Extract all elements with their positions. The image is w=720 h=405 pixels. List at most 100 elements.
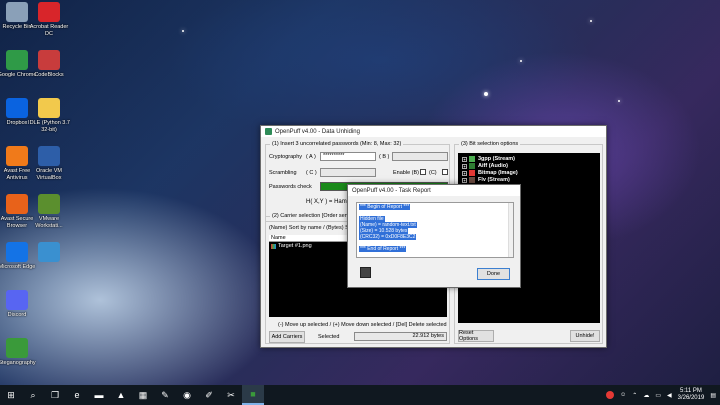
- bit-option-label: Bitmap (Image): [478, 170, 518, 176]
- bit-option-label: Aiff (Audio): [478, 163, 508, 169]
- report-text-area[interactable]: *** Begin of Report *** Hidden file (Name)…: [356, 202, 514, 258]
- chrome-icon[interactable]: ◉: [176, 385, 198, 405]
- star-sparkle: [484, 92, 488, 96]
- desktop-icon[interactable]: CodeBlocks: [28, 50, 70, 79]
- clock-date: 3/26/2019: [677, 395, 705, 401]
- report-title: OpenPuff v4.00 - Task Report: [352, 187, 431, 194]
- selected-label: Selected: [318, 334, 340, 340]
- password-a-input[interactable]: **********: [320, 152, 376, 161]
- bit-option-row[interactable]: + Flv (Stream): [462, 177, 510, 183]
- notifications-icon[interactable]: ▤: [710, 392, 716, 399]
- onedrive-icon[interactable]: ☁: [643, 392, 649, 399]
- report-floppy-icon: [360, 267, 371, 278]
- move-hint-label: (-) Move up selected / (+) Move down sel…: [278, 322, 447, 328]
- report-line-text: *** End of Report ***: [359, 246, 407, 252]
- acrobat-icon: [38, 2, 60, 22]
- desktop-icon[interactable]: IDLE (Python 3.7 32-bit): [28, 98, 70, 133]
- enable-b-label: Enable (B): [393, 170, 419, 176]
- passwords-check-label: Passwords check: [269, 184, 312, 190]
- expand-icon[interactable]: +: [462, 163, 467, 169]
- star-sparkle: [520, 60, 522, 62]
- bit-option-label: Flv (Stream): [478, 177, 510, 183]
- window-titlebar[interactable]: OpenPuff v4.00 - Data Unhiding: [261, 126, 606, 137]
- windows-logo-icon[interactable]: ⊞: [0, 385, 22, 405]
- avast-browser-icon: [6, 194, 28, 214]
- edge-icon[interactable]: e: [66, 385, 88, 405]
- chrome-icon: [6, 50, 28, 70]
- network-icon[interactable]: ▭: [655, 392, 661, 399]
- openpuff-icon[interactable]: ■: [242, 385, 264, 405]
- reset-options-button[interactable]: Reset Options: [458, 330, 494, 342]
- unhide-button[interactable]: Unhide!: [570, 330, 600, 342]
- star-sparkle: [590, 20, 592, 22]
- report-line-text: (CRC32) = 0xD0F8E3C2: [359, 234, 417, 240]
- bit-option-row[interactable]: + Bitmap (Image): [462, 170, 518, 176]
- expand-icon[interactable]: +: [462, 156, 467, 162]
- desktop-icon-label: IDLE (Python 3.7 32-bit): [28, 120, 70, 133]
- system-tray: ☺ ⌃ ☁ ▭ ◀ 5:11 PM 3/26/2019 ▤: [606, 385, 720, 405]
- bit-option-row[interactable]: + Aiff (Audio): [462, 163, 508, 169]
- bit-option-row[interactable]: +3gpp (Stream): [462, 156, 515, 162]
- people-icon[interactable]: ☺: [620, 392, 626, 398]
- passwords-group-title: (1) Insert 3 uncorrelated passwords (Min…: [270, 141, 404, 147]
- task-view-icon[interactable]: ❐: [44, 385, 66, 405]
- done-button[interactable]: Done: [477, 268, 510, 280]
- carrier-item-name: Target #1.png: [278, 243, 312, 249]
- password-b-label: ( B ): [379, 154, 390, 160]
- dropbox-icon: [6, 98, 28, 118]
- star-sparkle: [618, 100, 620, 102]
- desktop-icon[interactable]: Discord: [0, 290, 38, 319]
- expand-icon[interactable]: +: [462, 177, 467, 183]
- png-file-icon: [271, 243, 276, 249]
- expand-icon[interactable]: +: [462, 170, 467, 176]
- chevron-up-icon[interactable]: ⌃: [632, 392, 637, 399]
- report-line: *** End of Report ***: [359, 246, 511, 252]
- paint-icon[interactable]: ✎: [154, 385, 176, 405]
- clock[interactable]: 5:11 PM 3/26/2019: [678, 388, 705, 402]
- password-c-label: ( C ): [306, 170, 317, 176]
- photos-icon[interactable]: ▲: [110, 385, 132, 405]
- recycle-bin-icon: [6, 2, 28, 22]
- desktop-icon-label: Oracle VM VirtualBox: [36, 168, 62, 181]
- desktop-icon-label: Steganography: [0, 360, 36, 366]
- notepad-icon[interactable]: ✐: [198, 385, 220, 405]
- star-sparkle: [182, 30, 184, 32]
- desktop-icon[interactable]: [28, 242, 70, 264]
- desktop-icon-label: Microsoft Edge: [0, 264, 36, 270]
- desktop-icon[interactable]: Acrobat Reader DC: [28, 2, 70, 37]
- desktop-icon-label: Acrobat Reader DC: [29, 24, 69, 37]
- bit-selection-title: (3) Bit selection options: [459, 141, 521, 147]
- desktop-icon[interactable]: Oracle VM VirtualBox: [28, 146, 70, 181]
- enable-b-checkbox[interactable]: [420, 169, 426, 175]
- format-icon: [469, 163, 475, 169]
- desktop-icon[interactable]: VMware Workstati...: [28, 194, 70, 229]
- password-b-input[interactable]: [392, 152, 448, 161]
- snipping-icon[interactable]: ✂: [220, 385, 242, 405]
- volume-icon[interactable]: ◀: [667, 392, 672, 399]
- name-column-header: Name: [271, 235, 286, 241]
- desktop-icon-label: Discord: [7, 312, 27, 318]
- task-report-window: OpenPuff v4.00 - Task Report *** Begin o…: [347, 184, 521, 288]
- openpuff-app-icon: [265, 128, 272, 135]
- discord-icon: [6, 290, 28, 310]
- edge-icon: [6, 242, 28, 262]
- cryptography-label: Cryptography: [269, 154, 303, 160]
- avast-icon: [6, 146, 28, 166]
- desktop-icon-label: VMware Workstati...: [35, 216, 63, 229]
- add-carriers-button[interactable]: Add Carriers: [269, 331, 305, 343]
- bit-option-label: 3gpp (Stream): [478, 156, 515, 162]
- report-titlebar[interactable]: OpenPuff v4.00 - Task Report: [348, 185, 520, 196]
- file-explorer-icon[interactable]: ▬: [88, 385, 110, 405]
- password-c-input[interactable]: [320, 168, 376, 177]
- enable-c-checkbox[interactable]: [442, 169, 448, 175]
- clock-time: 5:11 PM: [680, 388, 702, 394]
- selected-bytes-field: 22.912 bytes: [354, 332, 447, 341]
- desktop-icon-label: CodeBlocks: [34, 72, 64, 78]
- search-icon[interactable]: ⌕: [22, 385, 44, 405]
- chrome-tray-icon[interactable]: [606, 391, 615, 399]
- report-scrollbar[interactable]: [508, 203, 513, 257]
- calculator-icon[interactable]: ▦: [132, 385, 154, 405]
- taskbar: ⊞ ⌕ ❐ e ▬ ▲ ▦ ✎ ◉ ✐ ✂ ■ ☺ ⌃ ☁ ▭ ◀ 5:11 PM 3/26/2019…: [0, 385, 720, 405]
- codeblocks-icon: [38, 50, 60, 70]
- desktop-icon[interactable]: Steganography: [0, 338, 38, 367]
